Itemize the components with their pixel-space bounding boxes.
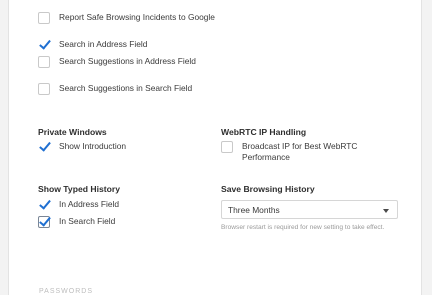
next-section-title-partial: PASSWORDS [39, 288, 93, 295]
report-safe-browsing-option[interactable]: Report Safe Browsing Incidents to Google [38, 12, 218, 24]
search-suggestions-address-label: Search Suggestions in Address Field [59, 56, 196, 66]
checkbox-unchecked[interactable] [221, 141, 233, 153]
typed-history-search-label: In Search Field [59, 216, 116, 226]
save-history-select[interactable]: Three Months [221, 200, 398, 219]
show-introduction-label: Show Introduction [59, 141, 127, 151]
chevron-down-icon [383, 209, 389, 213]
restart-hint: Browser restart is required for new sett… [221, 224, 385, 231]
broadcast-ip-label: Broadcast IP for Best WebRTC Performance [242, 141, 358, 162]
private-windows-title: Private Windows [38, 127, 107, 137]
checkbox-unchecked[interactable] [38, 83, 50, 95]
checkbox-unchecked[interactable] [38, 56, 50, 68]
checkbox-checked-icon[interactable] [38, 216, 50, 228]
broadcast-ip-option[interactable]: Broadcast IP for Best WebRTC Performance [221, 141, 382, 162]
search-suggestions-search-label: Search Suggestions in Search Field [59, 83, 193, 93]
show-introduction-option[interactable]: Show Introduction [38, 141, 126, 153]
checkmark-icon[interactable] [38, 141, 50, 153]
typed-history-address-label: In Address Field [59, 199, 120, 209]
checkbox-unchecked[interactable] [38, 12, 50, 24]
search-suggestions-address-option[interactable]: Search Suggestions in Address Field [38, 56, 218, 68]
webrtc-title: WebRTC IP Handling [221, 127, 307, 137]
checkmark-icon[interactable] [38, 199, 50, 211]
report-safe-browsing-label: Report Safe Browsing Incidents to Google [59, 12, 215, 22]
save-history-selected-value: Three Months [228, 205, 280, 215]
settings-panel: Report Safe Browsing Incidents to Google… [8, 0, 422, 295]
search-in-address-field-option[interactable]: Search in Address Field [38, 39, 147, 51]
search-in-address-field-label: Search in Address Field [59, 39, 148, 49]
save-history-title: Save Browsing History [221, 184, 315, 194]
typed-history-title: Show Typed History [38, 184, 120, 194]
search-suggestions-search-option[interactable]: Search Suggestions in Search Field [38, 83, 218, 95]
typed-history-address-option[interactable]: In Address Field [38, 199, 119, 211]
checkmark-icon[interactable] [38, 39, 50, 51]
typed-history-search-option[interactable]: In Search Field [38, 216, 115, 228]
